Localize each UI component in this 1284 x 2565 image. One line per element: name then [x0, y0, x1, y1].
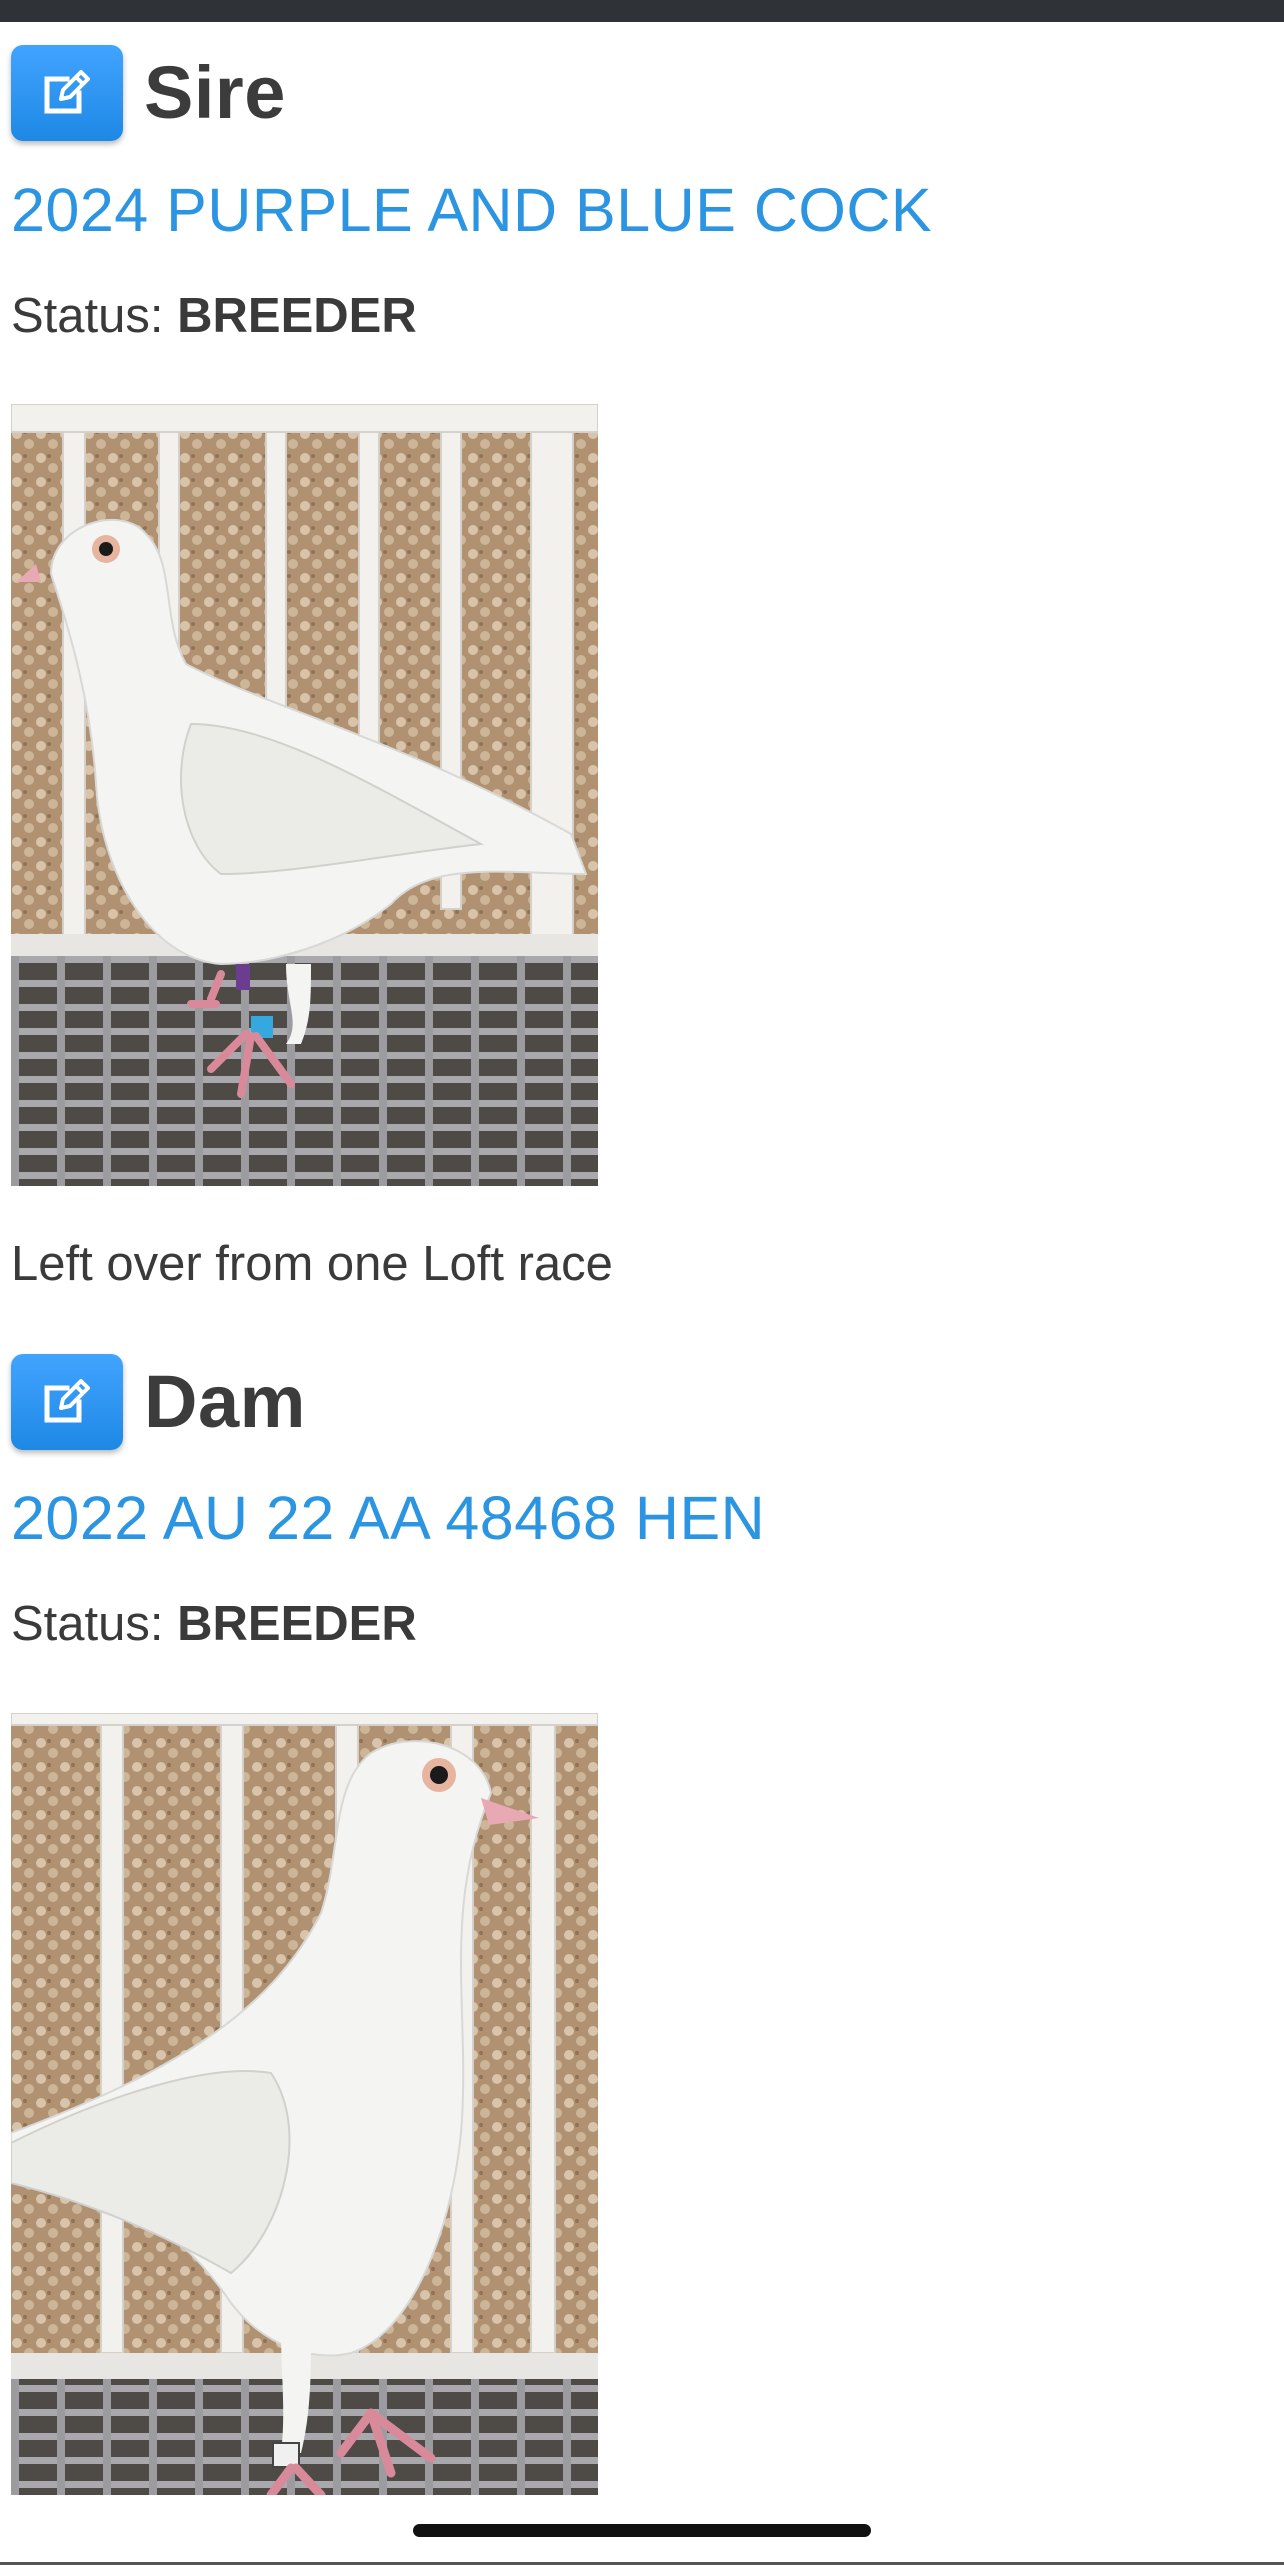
- sire-note: Left over from one Loft race: [11, 1237, 613, 1291]
- dam-pigeon-image: [11, 1713, 598, 2495]
- sire-status: Status: BREEDER: [11, 292, 417, 341]
- sire-status-label: Status:: [11, 289, 164, 343]
- dam-photo[interactable]: [11, 1713, 598, 2495]
- dam-heading: Dam: [144, 1360, 306, 1443]
- sire-name-link[interactable]: 2024 PURPLE AND BLUE COCK: [11, 180, 932, 241]
- status-bar: [0, 0, 1284, 22]
- home-indicator[interactable]: [413, 2524, 871, 2537]
- edit-sire-button[interactable]: [11, 45, 123, 141]
- sire-heading: Sire: [144, 51, 286, 134]
- sire-status-value: BREEDER: [177, 289, 417, 343]
- dam-status-label: Status:: [11, 1597, 164, 1651]
- edit-icon: [44, 1379, 90, 1423]
- edit-icon: [44, 70, 90, 114]
- edit-dam-button[interactable]: [11, 1354, 123, 1450]
- sire-pigeon-image: [11, 404, 598, 1186]
- sire-photo[interactable]: [11, 404, 598, 1186]
- dam-header: Dam: [11, 1352, 306, 1452]
- dam-name-link[interactable]: 2022 AU 22 AA 48468 HEN: [11, 1488, 765, 1549]
- sire-header: Sire: [11, 43, 286, 143]
- dam-status: Status: BREEDER: [11, 1600, 417, 1649]
- dam-status-value: BREEDER: [177, 1597, 417, 1651]
